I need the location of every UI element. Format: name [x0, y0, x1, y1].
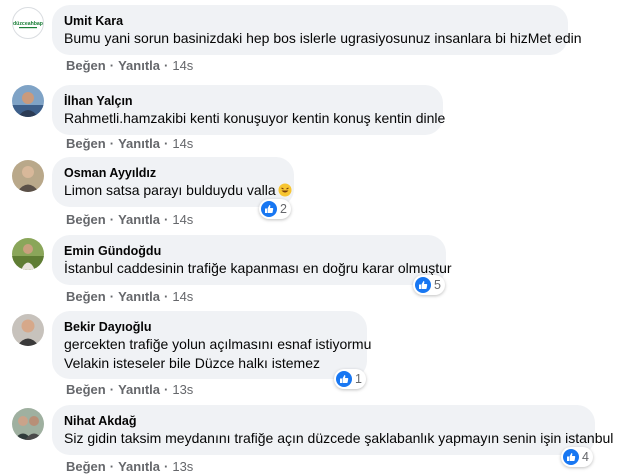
- separator: ·: [109, 58, 115, 73]
- comment-bubble: İlhan Yalçın Rahmetli.hamzakibi kenti ko…: [52, 85, 446, 135]
- separator: ·: [109, 136, 115, 151]
- comment-bubble: Umit Kara Bumu yani sorun basinizdaki he…: [52, 5, 582, 55]
- reaction-count-value: 4: [582, 450, 589, 464]
- separator: ·: [109, 382, 115, 397]
- comment-timestamp[interactable]: 14s: [172, 58, 193, 73]
- comment-actions: Beğen · Yanıtla · 13s: [66, 459, 193, 475]
- comment-timestamp[interactable]: 13s: [172, 459, 193, 474]
- profile-photo-icon: [12, 314, 44, 346]
- profile-photo-icon: [12, 160, 44, 192]
- reply-button[interactable]: Yanıtla: [118, 289, 160, 304]
- svg-text:düzceahbap: düzceahbap: [13, 21, 43, 27]
- comment-text-line: Limon satsa parayı bulduydu valla: [64, 182, 276, 198]
- comment-text: Rahmetli.hamzakibi kenti konuşuyor kenti…: [64, 110, 446, 126]
- avatar[interactable]: [12, 160, 44, 192]
- profile-photo-icon: [12, 238, 44, 270]
- comment-timestamp[interactable]: 14s: [172, 212, 193, 227]
- comment-actions: Beğen · Yanıtla · 14s: [66, 212, 193, 228]
- like-button[interactable]: Beğen: [66, 212, 106, 227]
- comment-bubble: Bekir Dayıoğlu gercekten trafiğe yolun a…: [52, 311, 372, 379]
- comment-timestamp[interactable]: 14s: [172, 289, 193, 304]
- reaction-count[interactable]: 5: [413, 275, 445, 295]
- comment-timestamp[interactable]: 13s: [172, 382, 193, 397]
- reaction-count-value: 1: [355, 372, 362, 386]
- like-button[interactable]: Beğen: [66, 382, 106, 397]
- like-button[interactable]: Beğen: [66, 289, 106, 304]
- comment-author[interactable]: Emin Gündoğdu: [64, 243, 434, 259]
- comment-author[interactable]: Nihat Akdağ: [64, 413, 583, 429]
- duzce-ahbap-logo-icon: düzceahbap: [13, 9, 43, 37]
- separator: ·: [109, 212, 115, 227]
- avatar[interactable]: düzceahbap: [12, 7, 44, 39]
- reaction-count[interactable]: 4: [561, 447, 593, 467]
- reaction-count-value: 5: [434, 278, 441, 292]
- comment-text: Velakin isteseler bile Düzce halkı istem…: [64, 355, 321, 371]
- reply-button[interactable]: Yanıtla: [118, 212, 160, 227]
- separator: ·: [164, 382, 169, 397]
- reply-button[interactable]: Yanıtla: [118, 459, 160, 474]
- avatar[interactable]: [12, 408, 44, 440]
- separator: ·: [164, 459, 169, 474]
- comment-author[interactable]: Bekir Dayıoğlu: [64, 319, 355, 335]
- comment-author[interactable]: İlhan Yalçın: [64, 93, 431, 109]
- separator: ·: [109, 289, 115, 304]
- separator: ·: [109, 459, 115, 474]
- profile-photo-icon: [12, 408, 44, 440]
- reply-button[interactable]: Yanıtla: [118, 58, 160, 73]
- separator: ·: [164, 212, 169, 227]
- comment-bubble: Emin Gündoğdu İstanbul caddesinin trafiğ…: [52, 235, 452, 285]
- comment-actions: Beğen · Yanıtla · 13s: [66, 382, 193, 398]
- like-button[interactable]: Beğen: [66, 58, 106, 73]
- like-reaction-icon: [415, 277, 431, 293]
- reply-button[interactable]: Yanıtla: [118, 136, 160, 151]
- reaction-count-value: 2: [280, 202, 287, 216]
- avatar[interactable]: [12, 238, 44, 270]
- comment-author[interactable]: Umit Kara: [64, 13, 556, 29]
- reaction-count[interactable]: 1: [334, 369, 366, 389]
- like-reaction-icon: [261, 201, 277, 217]
- separator: ·: [164, 58, 169, 73]
- like-reaction-icon: [336, 371, 352, 387]
- reaction-count[interactable]: 2: [259, 199, 291, 219]
- comment-author[interactable]: Osman Ayyıldız: [64, 165, 282, 181]
- comment-text: Bumu yani sorun basinizdaki hep bos isle…: [64, 30, 582, 46]
- laughing-emoji-icon: [278, 183, 292, 197]
- comment-bubble: Nihat Akdağ Siz gidin taksim meydanını t…: [52, 405, 614, 455]
- comment-actions: Beğen · Yanıtla · 14s: [66, 58, 193, 74]
- avatar[interactable]: [12, 314, 44, 346]
- like-button[interactable]: Beğen: [66, 459, 106, 474]
- comment-text: gercekten trafiğe yolun açılmasını esnaf…: [64, 336, 372, 352]
- comment-text: İstanbul caddesinin trafiğe kapanması en…: [64, 260, 452, 276]
- comment-actions: Beğen · Yanıtla · 14s: [66, 289, 193, 305]
- comment-text: Siz gidin taksim meydanını trafiğe açın …: [64, 430, 614, 446]
- comment-timestamp[interactable]: 14s: [172, 136, 193, 151]
- avatar[interactable]: [12, 85, 44, 117]
- comment-text: Limon satsa parayı bulduydu valla: [64, 181, 292, 200]
- like-reaction-icon: [563, 449, 579, 465]
- reply-button[interactable]: Yanıtla: [118, 382, 160, 397]
- separator: ·: [164, 136, 169, 151]
- comment-bubble: Osman Ayyıldız Limon satsa parayı bulduy…: [52, 157, 294, 207]
- profile-photo-icon: [12, 85, 44, 117]
- separator: ·: [164, 289, 169, 304]
- comment-actions: Beğen · Yanıtla · 14s: [66, 136, 193, 152]
- like-button[interactable]: Beğen: [66, 136, 106, 151]
